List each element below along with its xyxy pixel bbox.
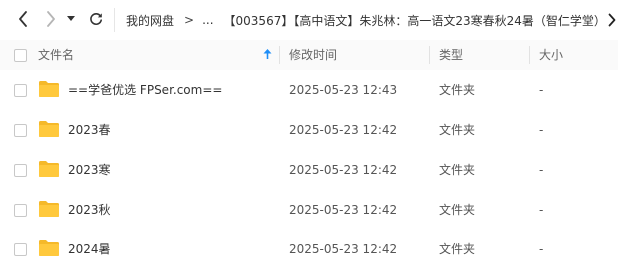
forward-button[interactable] [40,8,62,30]
file-name[interactable]: 2023寒 [68,150,111,190]
column-header-size[interactable]: 大小 [539,40,563,70]
row-checkbox[interactable] [14,124,27,137]
column-header-name[interactable]: 文件名 [38,40,74,70]
modified-time: 2025-05-23 12:42 [289,203,398,217]
chevron-right-icon [47,11,55,27]
back-button[interactable] [12,8,34,30]
row-checkbox[interactable] [14,204,27,217]
breadcrumb: 我的网盘 > ... 【003567】【高中语文】朱兆林：高一语文23寒春秋24… [126,0,604,40]
select-all-checkbox[interactable] [14,49,27,62]
file-type: 文件夹 [439,242,476,256]
file-name[interactable]: 2023秋 [68,190,111,230]
sort-ascending-icon[interactable] [263,49,272,60]
modified-time: 2025-05-23 12:43 [289,83,398,97]
column-header-modified[interactable]: 修改时间 [289,40,337,70]
file-size: - [539,242,544,256]
file-size: - [539,83,544,97]
chevron-right-icon [608,13,616,27]
refresh-button[interactable] [85,8,107,30]
table-row[interactable]: 2023寒 2025-05-23 12:42 文件夹 - [0,150,618,190]
table-row[interactable]: ==学爸优选 FPSer.com== 2025-05-23 12:43 文件夹 … [0,70,618,110]
breadcrumb-more-button[interactable] [608,12,616,31]
breadcrumb-ellipsis[interactable]: ... [202,13,213,27]
toolbar-divider [114,8,115,32]
row-checkbox[interactable] [14,84,27,97]
file-name[interactable]: 2023春 [68,110,111,150]
file-size: - [539,163,544,177]
folder-icon [39,240,59,256]
file-type: 文件夹 [439,123,476,137]
row-checkbox[interactable] [14,164,27,177]
table-row[interactable]: 2023秋 2025-05-23 12:42 文件夹 - [0,190,618,230]
file-name[interactable]: 2024暑 [68,229,111,269]
column-divider[interactable] [429,46,430,64]
breadcrumb-root[interactable]: 我的网盘 [126,12,174,29]
history-dropdown-button[interactable] [64,8,78,30]
folder-icon [39,121,59,137]
chevron-left-icon [19,11,27,27]
column-divider[interactable] [279,46,280,64]
toolbar: 我的网盘 > ... 【003567】【高中语文】朱兆林：高一语文23寒春秋24… [0,0,618,40]
modified-time: 2025-05-23 12:42 [289,242,398,256]
file-size: - [539,203,544,217]
folder-icon [39,81,59,97]
folder-icon [39,161,59,177]
modified-time: 2025-05-23 12:42 [289,123,398,137]
breadcrumb-current-folder: 【003567】【高中语文】朱兆林：高一语文23寒春秋24暑（智仁学堂） [223,13,604,28]
table-row[interactable]: 2024暑 2025-05-23 12:42 文件夹 - [0,229,618,269]
table-row[interactable]: 2023春 2025-05-23 12:42 文件夹 - [0,110,618,150]
file-size: - [539,123,544,137]
file-type: 文件夹 [439,203,476,217]
column-header-type[interactable]: 类型 [439,40,463,70]
breadcrumb-separator: > [184,13,195,27]
caret-down-icon [67,16,75,21]
row-checkbox[interactable] [14,243,27,256]
file-type: 文件夹 [439,83,476,97]
table-header: 文件名 修改时间 类型 大小 [0,40,618,70]
modified-time: 2025-05-23 12:42 [289,163,398,177]
file-type: 文件夹 [439,163,476,177]
refresh-icon [90,13,102,25]
file-name[interactable]: ==学爸优选 FPSer.com== [68,70,222,110]
folder-icon [39,201,59,217]
column-divider[interactable] [529,46,530,64]
